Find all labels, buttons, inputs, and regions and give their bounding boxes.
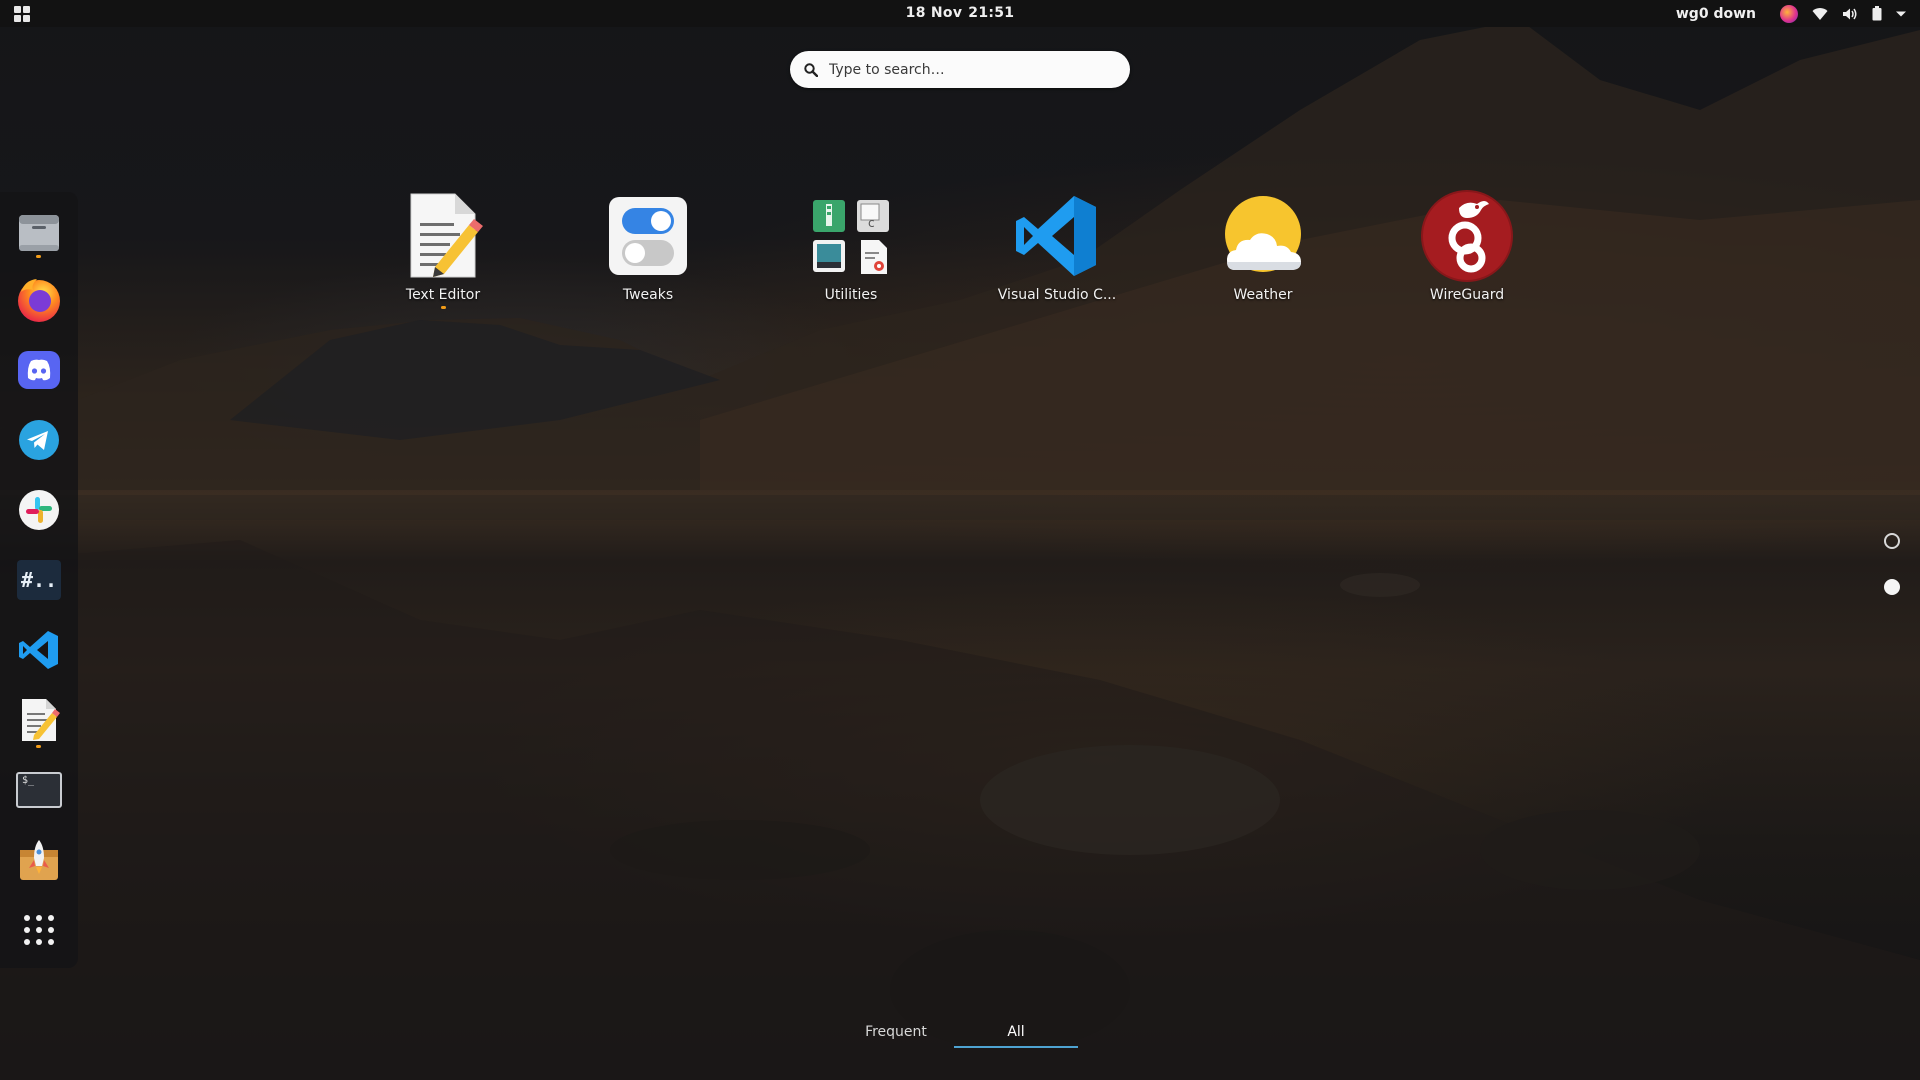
dock: #.. $_ (0, 192, 78, 968)
dock-item-text-editor[interactable] (13, 694, 65, 746)
chevron-down-icon[interactable] (1896, 10, 1906, 18)
search-bar[interactable] (790, 51, 1130, 88)
app-wireguard[interactable]: WireGuard (1382, 188, 1552, 316)
tab-all[interactable]: All (954, 1014, 1078, 1050)
telegram-icon (19, 420, 59, 460)
tweaks-icon (609, 197, 687, 275)
view-switcher: Frequent All (838, 1014, 1078, 1050)
app-label: Utilities (824, 287, 878, 303)
dock-item-vscode[interactable] (13, 624, 65, 676)
hashtag-icon: #.. (17, 560, 61, 600)
wireguard-icon (1421, 190, 1513, 282)
terminal-prompt: $_ (22, 775, 35, 786)
date-label: 18 Nov (905, 5, 963, 21)
dock-item-files[interactable] (13, 207, 65, 259)
dock-item-terminal[interactable]: $_ (13, 764, 65, 816)
svg-text:c: c (868, 216, 875, 230)
dock-item-telegram[interactable] (13, 414, 65, 466)
app-label: Weather (1233, 287, 1293, 303)
app-tweaks[interactable]: Tweaks (563, 188, 733, 316)
vscode-icon (1016, 196, 1096, 276)
running-indicator (36, 255, 41, 258)
dock-item-firefox[interactable] (13, 274, 65, 326)
system-tray: wg0 down (1676, 3, 1906, 24)
app-grid-icon[interactable] (14, 6, 30, 22)
running-indicator (36, 745, 41, 748)
page-indicator-2[interactable] (1884, 579, 1900, 595)
app-utilities-folder[interactable]: c Utilities (766, 188, 936, 316)
app-visual-studio-code[interactable]: Visual Studio C... (972, 188, 1142, 316)
vpn-status-label[interactable]: wg0 down (1676, 6, 1756, 22)
rocket-installer-icon (20, 840, 58, 880)
app-label: Tweaks (622, 287, 674, 303)
app-weather[interactable]: Weather (1178, 188, 1348, 316)
firefox-icon (18, 279, 60, 322)
tab-frequent[interactable]: Frequent (838, 1014, 954, 1050)
dock-item-discord[interactable] (13, 344, 65, 396)
volume-icon[interactable] (1842, 7, 1858, 21)
search-input[interactable] (827, 60, 1111, 79)
search-icon (804, 62, 818, 77)
wifi-icon[interactable] (1812, 7, 1828, 21)
dock-item-hashtag-app[interactable]: #.. (13, 554, 65, 606)
show-apps-grid-icon (24, 915, 54, 945)
clock[interactable]: 18 Nov 21:51 (906, 5, 1015, 21)
vscode-icon (19, 631, 58, 669)
page-indicator-1[interactable] (1884, 533, 1900, 549)
night-light-icon[interactable] (1780, 4, 1798, 23)
hashtag-text: #.. (20, 568, 58, 592)
dock-item-installer[interactable] (13, 834, 65, 886)
text-editor-icon (22, 699, 60, 741)
top-bar: 18 Nov 21:51 wg0 down (0, 0, 1920, 27)
weather-icon (1225, 196, 1301, 272)
text-editor-icon (410, 193, 483, 278)
running-indicator (440, 306, 446, 309)
discord-icon (18, 351, 60, 389)
dock-item-slack[interactable] (13, 484, 65, 536)
time-label: 21:51 (968, 5, 1015, 21)
terminal-icon: $_ (16, 772, 62, 808)
wallpaper (0, 20, 1920, 1080)
files-icon (19, 215, 59, 251)
battery-icon[interactable] (1872, 6, 1882, 21)
app-label: Visual Studio C... (997, 287, 1117, 303)
utilities-folder-icon: c (803, 188, 899, 284)
dock-item-show-apps[interactable] (13, 904, 65, 956)
app-text-editor[interactable]: Text Editor (358, 188, 528, 316)
app-label: WireGuard (1429, 287, 1505, 303)
slack-icon (19, 490, 59, 530)
app-label: Text Editor (405, 287, 481, 303)
